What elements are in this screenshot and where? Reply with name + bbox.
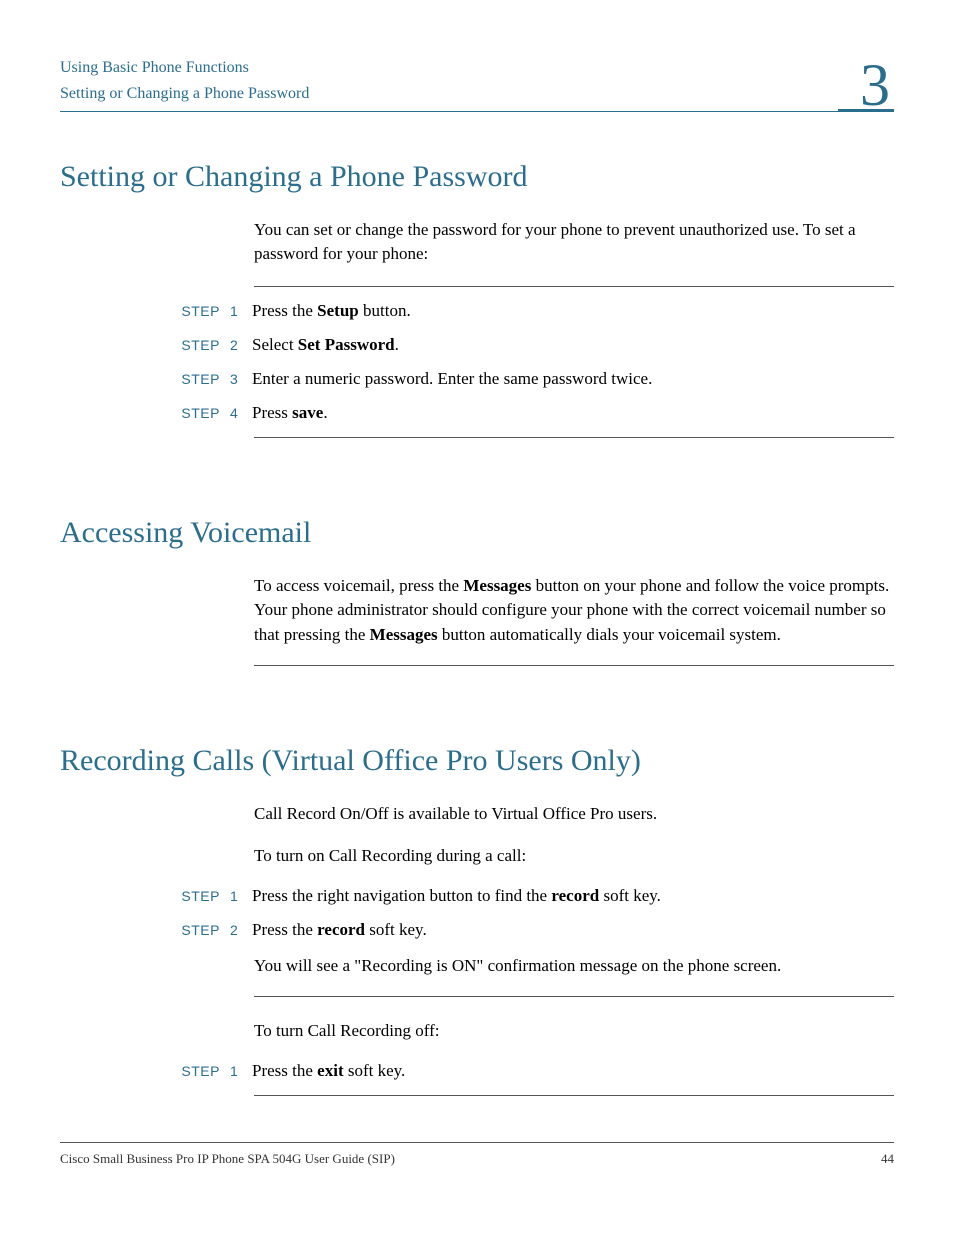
- section3-stepsA: STEP 1 Press the right navigation button…: [60, 886, 894, 940]
- step-row: STEP 2 Select Set Password.: [60, 335, 894, 355]
- step-row: STEP 2 Press the record soft key.: [60, 920, 894, 940]
- step-text: Press the Setup button.: [252, 301, 411, 321]
- section-title-voicemail: Accessing Voicemail: [60, 516, 894, 550]
- header-line1: Using Basic Phone Functions: [60, 55, 309, 81]
- step-label: STEP: [180, 371, 220, 387]
- section3-body2: You will see a "Recording is ON" confirm…: [254, 954, 894, 978]
- step-label: STEP: [180, 1063, 220, 1079]
- rule-after-section2: [254, 665, 894, 666]
- step-text: Press the exit soft key.: [252, 1061, 405, 1081]
- section1-steps: STEP 1 Press the Setup button. STEP 2 Se…: [60, 301, 894, 423]
- step-row: STEP 1 Press the Setup button.: [60, 301, 894, 321]
- step-text: Enter a numeric password. Enter the same…: [252, 369, 652, 389]
- step-label: STEP: [180, 888, 220, 904]
- section3-p2: To turn on Call Recording during a call:: [254, 844, 894, 868]
- section1-intro: You can set or change the password for y…: [254, 218, 894, 266]
- section3-p4: To turn Call Recording off:: [254, 1019, 894, 1043]
- step-number: 2: [230, 922, 242, 938]
- step-text: Select Set Password.: [252, 335, 399, 355]
- step-text: Press the right navigation button to fin…: [252, 886, 661, 906]
- rule-after-stepsA: [254, 996, 894, 997]
- step-label: STEP: [180, 405, 220, 421]
- section3-body3: To turn Call Recording off:: [254, 1019, 894, 1043]
- step-row: STEP 4 Press save.: [60, 403, 894, 423]
- section2-paragraph: To access voicemail, press the Messages …: [254, 574, 894, 646]
- step-number: 1: [230, 303, 242, 319]
- rule-before-steps1: [254, 286, 894, 287]
- section3-stepsB: STEP 1 Press the exit soft key.: [60, 1061, 894, 1081]
- section3-p1: Call Record On/Off is available to Virtu…: [254, 802, 894, 826]
- footer-title: Cisco Small Business Pro IP Phone SPA 50…: [60, 1151, 395, 1167]
- header-breadcrumb: Using Basic Phone Functions Setting or C…: [60, 55, 309, 106]
- header-line2: Setting or Changing a Phone Password: [60, 81, 309, 107]
- step-text: Press the record soft key.: [252, 920, 427, 940]
- section-title-password: Setting or Changing a Phone Password: [60, 160, 894, 194]
- chapter-number: 3: [860, 55, 894, 115]
- section3-p3: You will see a "Recording is ON" confirm…: [254, 954, 894, 978]
- step-label: STEP: [180, 922, 220, 938]
- step-number: 1: [230, 888, 242, 904]
- section2-body: To access voicemail, press the Messages …: [254, 574, 894, 646]
- header-rule-thin: [60, 111, 838, 112]
- step-label: STEP: [180, 337, 220, 353]
- section3-body: Call Record On/Off is available to Virtu…: [254, 802, 894, 868]
- step-number: 2: [230, 337, 242, 353]
- step-number: 3: [230, 371, 242, 387]
- step-text: Press save.: [252, 403, 328, 423]
- step-row: STEP 1 Press the right navigation button…: [60, 886, 894, 906]
- step-label: STEP: [180, 303, 220, 319]
- section1-body: You can set or change the password for y…: [254, 218, 894, 266]
- step-number: 1: [230, 1063, 242, 1079]
- page-footer: Cisco Small Business Pro IP Phone SPA 50…: [60, 1142, 894, 1167]
- page-header: Using Basic Phone Functions Setting or C…: [60, 55, 894, 115]
- step-row: STEP 3 Enter a numeric password. Enter t…: [60, 369, 894, 389]
- page: Using Basic Phone Functions Setting or C…: [0, 0, 954, 1235]
- header-rule-thick: [838, 109, 894, 112]
- section-title-recording: Recording Calls (Virtual Office Pro User…: [60, 744, 894, 778]
- step-row: STEP 1 Press the exit soft key.: [60, 1061, 894, 1081]
- step-number: 4: [230, 405, 242, 421]
- footer-page-number: 44: [881, 1151, 894, 1167]
- rule-after-steps1: [254, 437, 894, 438]
- rule-after-stepsB: [254, 1095, 894, 1096]
- header-rule: [60, 109, 894, 112]
